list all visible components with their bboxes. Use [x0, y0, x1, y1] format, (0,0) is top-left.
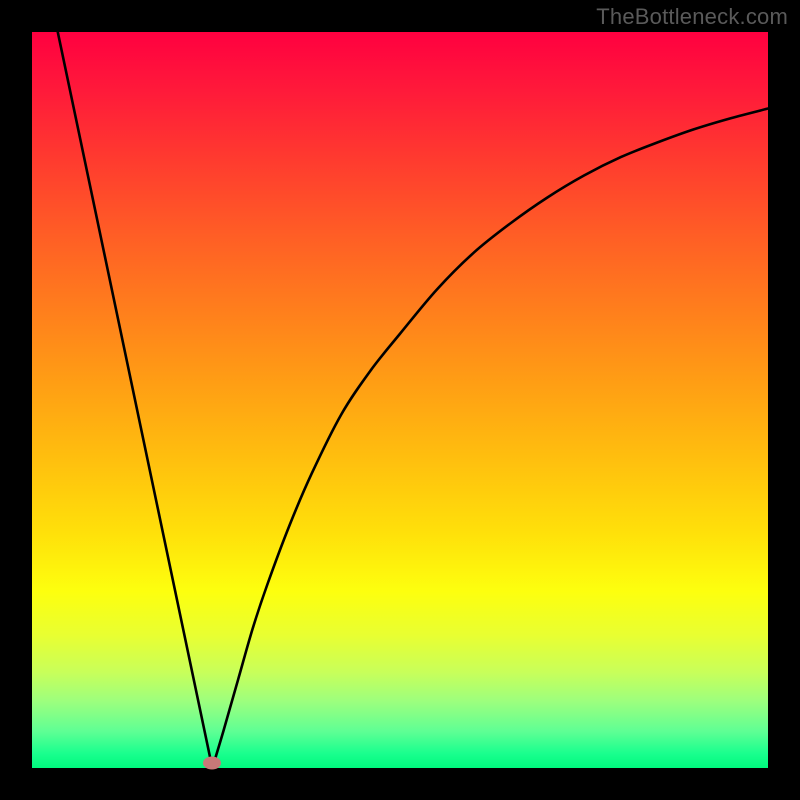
- vertex-marker: [203, 756, 221, 769]
- watermark-text: TheBottleneck.com: [596, 4, 788, 30]
- chart-stage: TheBottleneck.com: [0, 0, 800, 800]
- chart-frame: [0, 0, 800, 800]
